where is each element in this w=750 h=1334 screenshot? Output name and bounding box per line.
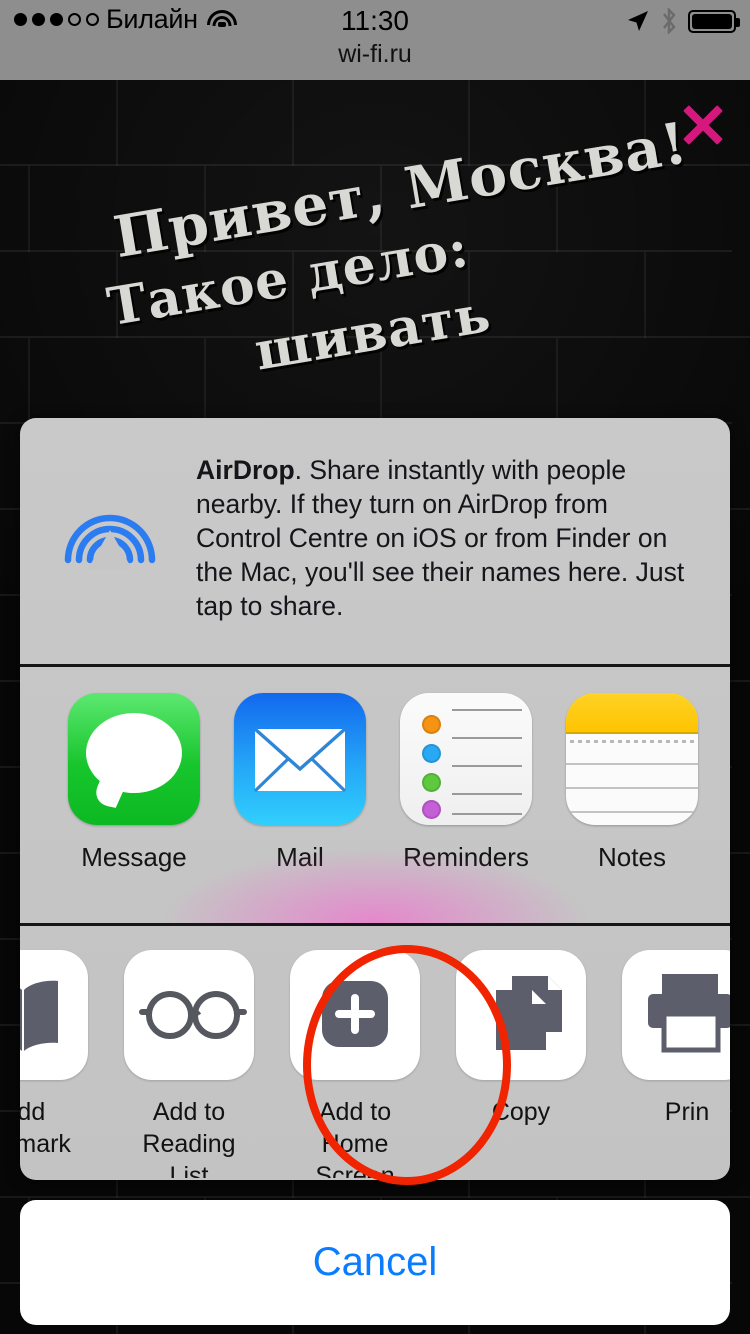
battery-full-icon <box>688 9 740 33</box>
share-apps-row[interactable]: Message Mail Reminders Notes <box>20 667 730 923</box>
action-label: Add to Reading List <box>142 1098 236 1178</box>
cancel-button-label: Cancel <box>312 1240 438 1284</box>
share-app-notes[interactable]: Notes <box>566 693 698 873</box>
notes-icon <box>566 693 698 825</box>
share-actions-track: Add ookmark Add to <box>20 950 730 1178</box>
action-label: Add ookmark <box>20 1098 71 1158</box>
glasses-icon <box>124 950 254 1080</box>
share-app-label: Reminders <box>403 842 529 872</box>
airdrop-description: AirDrop. Share instantly with people nea… <box>196 454 696 664</box>
copy-icon <box>456 950 586 1080</box>
cancel-button[interactable]: Cancel <box>20 1200 730 1325</box>
location-arrow-icon <box>628 11 648 31</box>
book-icon <box>20 950 88 1080</box>
share-app-reminders[interactable]: Reminders <box>400 693 532 873</box>
action-add-to-home-screen[interactable]: Add to Home Screen <box>290 950 420 1178</box>
action-label: Prin <box>664 1098 710 1126</box>
action-label: Copy <box>491 1098 551 1126</box>
action-print[interactable]: Prin <box>622 950 730 1178</box>
add-to-home-screen-icon <box>290 950 420 1080</box>
share-apps-track: Message Mail Reminders Notes <box>20 693 730 873</box>
bluetooth-icon <box>663 8 676 34</box>
page-url: wi-fi.ru <box>338 40 412 68</box>
close-x-icon[interactable] <box>672 94 734 156</box>
print-icon <box>622 950 730 1080</box>
action-add-to-reading-list[interactable]: Add to Reading List <box>124 950 254 1178</box>
share-app-label: Notes <box>598 842 666 872</box>
share-sheet: AirDrop. Share instantly with people nea… <box>20 418 730 1180</box>
share-app-message[interactable]: Message <box>68 693 200 873</box>
status-bar-right <box>626 8 740 34</box>
airdrop-icon <box>58 468 162 572</box>
iphone-screen: Билайн 11:30 wi-fi.ru Привет, Москва! Та… <box>0 0 750 1334</box>
share-app-label: Message <box>81 842 187 872</box>
share-app-mail[interactable]: Mail <box>234 693 366 873</box>
airdrop-section[interactable]: AirDrop. Share instantly with people nea… <box>20 418 730 664</box>
action-label: Add to Home Screen <box>315 1098 395 1178</box>
airdrop-title: AirDrop <box>196 455 295 485</box>
share-app-label: Mail <box>276 842 324 872</box>
reminders-icon <box>400 693 532 825</box>
share-actions-row[interactable]: Add ookmark Add to <box>20 926 730 1178</box>
status-bar: Билайн 11:30 wi-fi.ru <box>0 0 750 80</box>
mail-icon <box>234 693 366 825</box>
messages-icon <box>68 693 200 825</box>
action-copy[interactable]: Copy <box>456 950 586 1178</box>
action-add-bookmark[interactable]: Add ookmark <box>20 950 88 1178</box>
